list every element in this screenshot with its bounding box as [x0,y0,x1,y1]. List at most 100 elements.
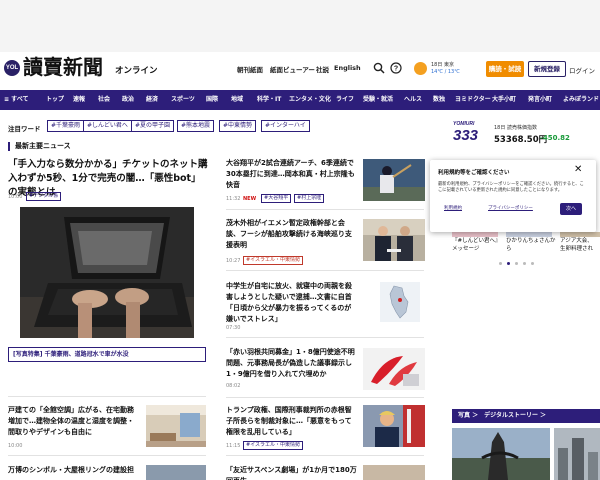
divider [8,396,206,397]
nav-yomipo[interactable]: よみぽランド [563,90,599,110]
nav-politics[interactable]: 政治 [122,90,134,110]
story-thumbnail[interactable] [146,465,206,480]
logo-badge[interactable]: YOL [4,60,20,76]
photo-section-header[interactable]: 写真 ＞ デジタルストーリー ＞ [452,409,600,423]
next-button[interactable]: 次へ [560,203,582,215]
nav-hatsugen[interactable]: 発言小町 [528,90,552,110]
diplomats-image [363,219,425,261]
nav-international[interactable]: 国際 [206,90,218,110]
story-tag[interactable]: #大谷翔平 [261,194,292,203]
carousel-dot[interactable] [531,262,534,265]
story-headline[interactable]: 大谷翔平が2試合連続アーチ、6季連続で30本塁打に到達…岡本和真・村上宗隆も快音 [226,158,358,191]
divider [226,397,424,398]
story-thumbnail[interactable] [363,219,425,261]
story-time: 10:00 [8,443,23,449]
nav-otekomachi[interactable]: 大手小町 [492,90,516,110]
subscribe-button[interactable]: 購読・試読 [486,61,524,77]
divider [226,337,424,338]
nav-society[interactable]: 社会 [98,90,110,110]
story-tag[interactable]: #イスラエル・中東情勢 [243,256,304,265]
help-icon[interactable]: ? [390,62,402,74]
close-icon[interactable]: ✕ [574,164,582,176]
weather-temp: 14℃ / 13℃ [431,69,460,75]
story-headline[interactable]: 「赤い羽根共同募金」1・8億円使途不明問題、元事務局長が偽造した議事録示し1・9… [226,347,358,380]
story-thumbnail[interactable] [363,348,425,390]
story-time: 11:32 [226,196,241,202]
divider [226,209,424,210]
trending-tag[interactable]: #インターハイ [261,120,310,132]
terms-dialog: 利用規約等をご確認ください 最新の利用規約、プライバシーポリシーをご確認ください… [430,160,596,232]
nav-breaking[interactable]: 速報 [73,90,85,110]
carousel-item[interactable]: アジア大会、 生卵料理され [560,237,600,253]
carousel-dot[interactable] [499,262,502,265]
trending-tag[interactable]: #しんどい君へ [83,120,132,132]
weather-date: 18日 東京 [431,62,454,68]
photo-feature-side[interactable] [554,428,600,480]
nav-health[interactable]: ヘルス [404,90,422,110]
trending-tag[interactable]: #中東情勢 [219,120,257,132]
carousel-dots[interactable] [499,262,539,266]
terms-link[interactable]: 利用規約 [444,205,462,211]
logo-subtitle: オンライン [115,66,158,76]
carousel-item[interactable]: 『#しんどい君へ』 メッセージ [452,237,502,253]
dialog-body: 最新の利用規約、プライバシーポリシーをご確認ください。続行すると、ここに記載され… [438,182,584,193]
story-headline[interactable]: 「友近サスペンス劇場」が1か月で180万回再生 [226,465,358,480]
story-tag[interactable]: #村上宗隆 [294,194,325,203]
yomiuri-333-logo[interactable]: YOMIURI 333 [452,119,490,143]
link-editorial[interactable]: 社説 [316,64,329,74]
nav-yomidr[interactable]: ヨミドクター [455,90,491,110]
link-morning-paper[interactable]: 朝刊紙面 [237,64,263,74]
nav-sports[interactable]: スポーツ [171,90,195,110]
section-title: 最新主要ニュース [8,142,71,151]
divider [8,455,206,456]
svg-text:333: 333 [453,127,479,143]
trending-tag[interactable]: #夏の甲子園 [131,120,175,132]
story-headline[interactable]: 中学生が自宅に放火、就寝中の両親を殺害しようとした疑いで逮捕…文書に自首「日頃か… [226,281,358,325]
site-header: YOL 讀賣新聞 オンライン 朝刊紙面 紙面ビューアー 社説 English ?… [0,52,600,90]
story-tag[interactable]: #イスラエル・中東情勢 [243,441,304,450]
photo-feature-link[interactable]: [写真特集] 千葉豪雨、道路冠水で車が水没 [8,347,206,362]
carousel-item[interactable]: ひかりんちょさんから [506,237,560,253]
story-headline[interactable]: 戸建ての「全館空調」広がる、在宅勤務増加で…建物全体の温度と湿度を調整・間取りや… [8,405,140,438]
story-thumbnail[interactable] [380,282,420,322]
nav-regional[interactable]: 地域 [231,90,243,110]
story-time: 08:02 [226,383,241,389]
trending-tag[interactable]: #千葉豪雨 [47,120,85,132]
story-thumbnail[interactable] [146,405,206,447]
nav-sudoku[interactable]: 数独 [433,90,445,110]
search-icon[interactable] [373,62,385,74]
link-paper-viewer[interactable]: 紙面ビューアー [270,64,315,74]
nav-all[interactable]: ≡ すべて [4,90,28,110]
lead-tag[interactable]: #デジタル係 [26,192,62,201]
trump-image [363,405,425,447]
photo-feature-main[interactable] [452,428,550,480]
nav-science-it[interactable]: 科学・IT [257,90,281,110]
baseball-image [363,159,425,201]
cityscape-image [554,428,600,480]
carousel-dot[interactable] [523,262,526,265]
site-logo[interactable]: 讀賣新聞 [23,55,103,79]
nav-exams[interactable]: 受験・就活 [363,90,393,110]
nav-life[interactable]: ライフ [336,90,354,110]
weather-widget[interactable]: 18日 東京 14℃ / 13℃ [414,60,484,78]
trending-tag[interactable]: #熊本地震 [177,120,215,132]
lead-photo[interactable] [20,207,194,338]
story-headline[interactable]: 茂木外相がイエメン暫定政権幹部と会談、フーシが船舶攻撃続ける海峡巡り支援表明 [226,218,358,251]
story-thumbnail[interactable] [363,159,425,201]
login-link[interactable]: ログイン [569,65,595,75]
story-headline[interactable]: 万博のシンボル・大屋根リングの建設担 [8,465,140,476]
story-thumbnail[interactable] [363,405,425,447]
privacy-link[interactable]: プライバシーポリシー [488,205,533,211]
nav-top[interactable]: トップ [46,90,64,110]
nav-economy[interactable]: 経済 [146,90,158,110]
trending-label: 注目ワード [8,125,41,133]
story-headline[interactable]: トランプ政権、国際刑事裁判所の赤根智子所長らを制裁対象に…「悪意をもって権限を乱… [226,405,358,438]
register-button[interactable]: 新規登録 [528,61,566,77]
svg-text:?: ? [394,66,398,73]
story-thumbnail[interactable] [363,465,425,480]
carousel-dot[interactable] [515,262,518,265]
carousel-dot[interactable] [507,262,510,265]
link-english[interactable]: English [334,64,361,72]
nav-entertainment[interactable]: エンタメ・文化 [289,90,331,110]
story-time: 11:15 [226,443,241,449]
